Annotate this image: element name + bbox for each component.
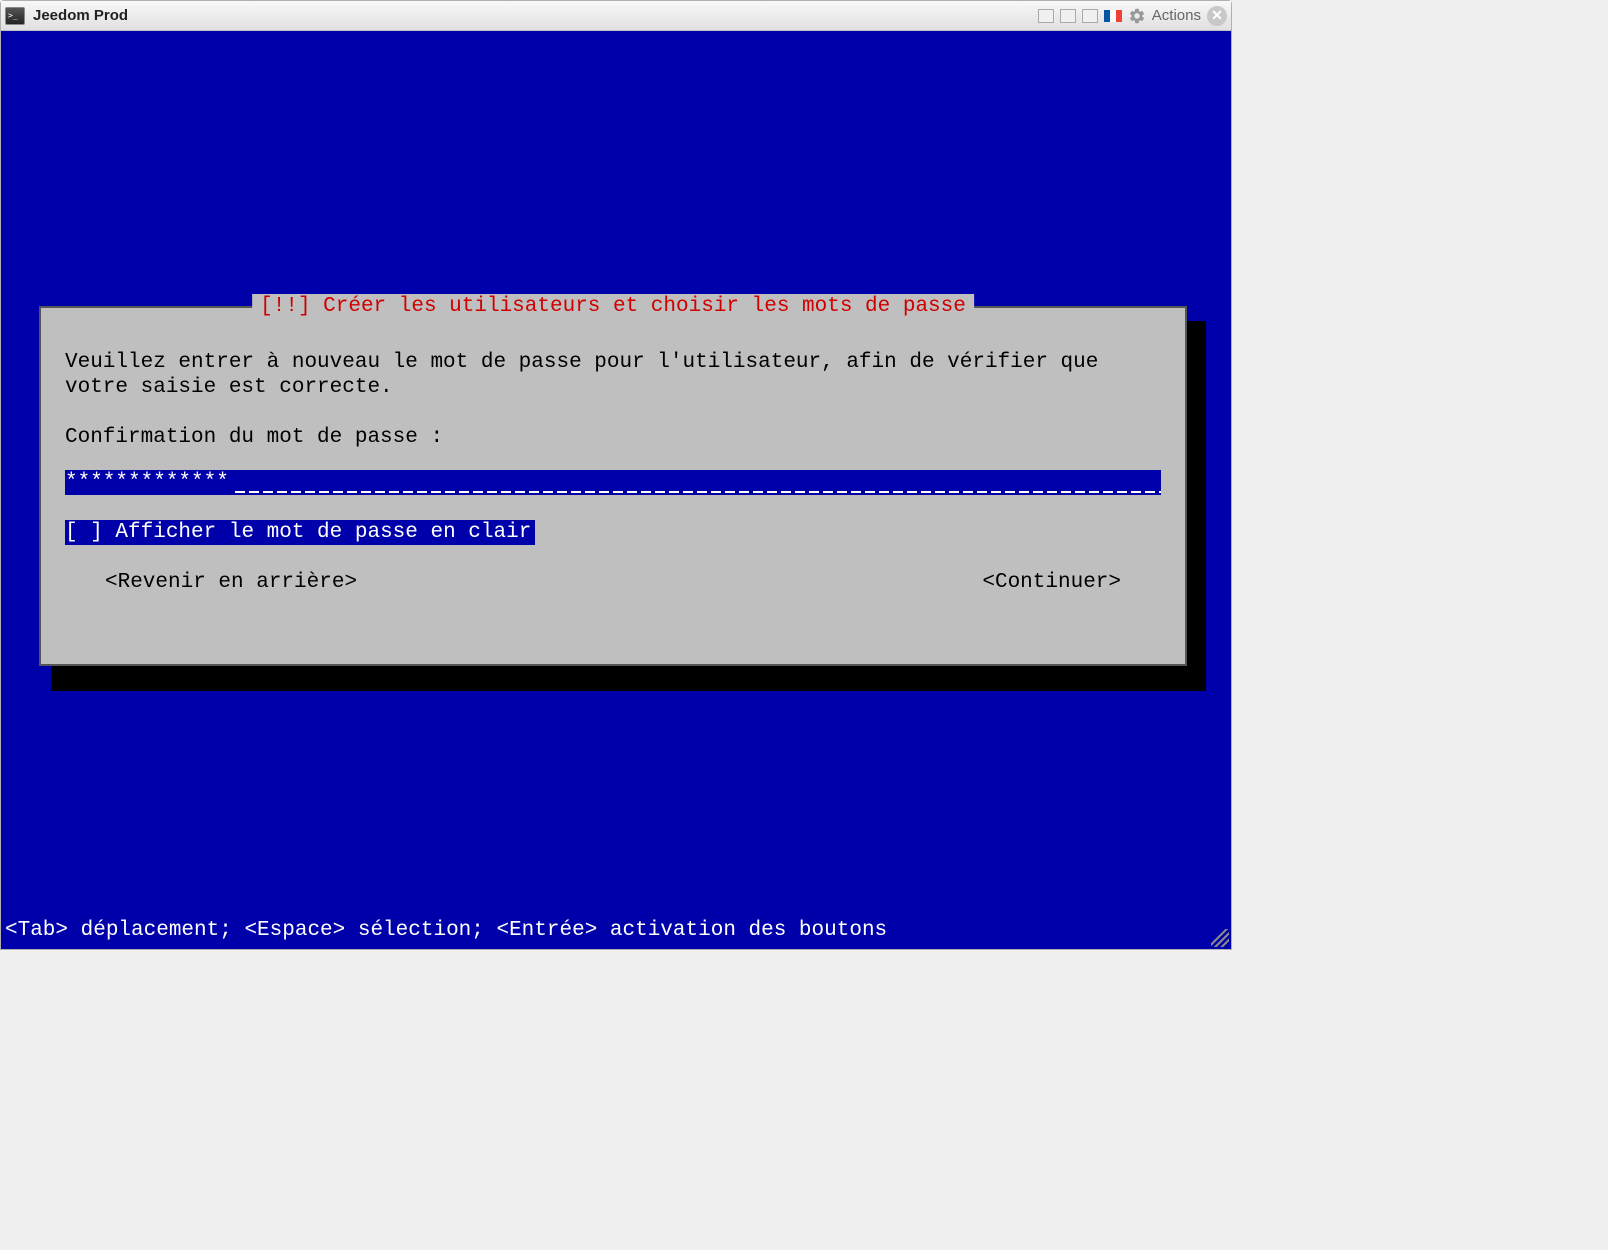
console-screen[interactable]: [!!] Créer les utilisateurs et choisir l…: [1, 31, 1231, 949]
installer-dialog: [!!] Créer les utilisateurs et choisir l…: [39, 306, 1187, 666]
titlebar-right: Actions ✕: [1038, 6, 1227, 26]
resize-grip-icon[interactable]: [1211, 929, 1229, 947]
window-control-icon-3[interactable]: [1082, 9, 1098, 23]
gear-icon[interactable]: [1128, 7, 1146, 25]
continue-button[interactable]: <Continuer>: [982, 570, 1121, 595]
footer-help-text: <Tab> déplacement; <Espace> sélection; <…: [5, 918, 887, 943]
dialog-title: [!!] Créer les utilisateurs et choisir l…: [252, 294, 974, 319]
close-icon[interactable]: ✕: [1207, 6, 1227, 26]
password-value: *************: [65, 470, 229, 495]
password-confirm-input[interactable]: *************: [65, 470, 1161, 495]
input-underline: [235, 470, 1161, 495]
checkbox-label: Afficher le mot de passe en clair: [115, 521, 531, 544]
dialog-nav: <Revenir en arrière> <Continuer>: [65, 570, 1161, 595]
back-button[interactable]: <Revenir en arrière>: [105, 570, 357, 595]
dialog-instruction: Veuillez entrer à nouveau le mot de pass…: [65, 350, 1161, 400]
flag-france-icon[interactable]: [1104, 10, 1122, 22]
checkbox-state: [ ]: [65, 521, 103, 544]
show-password-checkbox[interactable]: [ ] Afficher le mot de passe en clair: [65, 520, 535, 545]
window-title: Jeedom Prod: [33, 7, 128, 24]
terminal-icon: [5, 7, 25, 25]
titlebar-left: Jeedom Prod: [5, 7, 128, 25]
vm-console-window: Jeedom Prod Actions ✕ [!!] Créer les uti…: [0, 0, 1232, 950]
window-control-icon-1[interactable]: [1038, 9, 1054, 23]
actions-menu-label[interactable]: Actions: [1152, 7, 1201, 24]
titlebar: Jeedom Prod Actions ✕: [1, 1, 1231, 31]
dialog-prompt: Confirmation du mot de passe :: [65, 425, 1161, 450]
window-control-icon-2[interactable]: [1060, 9, 1076, 23]
